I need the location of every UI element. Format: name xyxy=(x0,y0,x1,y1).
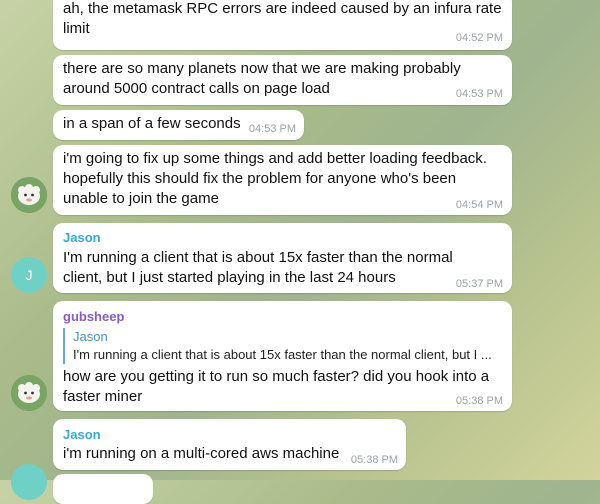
sheep-icon[interactable] xyxy=(11,177,47,213)
reply-quote[interactable]: Jason I'm running a client that is about… xyxy=(63,328,492,364)
message-text: i'm going to fix up some things and add … xyxy=(63,150,487,207)
message-bubble[interactable]: i'm going to fix up some things and add … xyxy=(53,145,512,215)
sheep-avatar-graphic xyxy=(11,375,47,411)
sheep-icon[interactable] xyxy=(11,375,47,411)
sender-name[interactable]: Jason xyxy=(63,230,101,245)
message-text: I'm running a client that is about 15x f… xyxy=(63,249,453,286)
sender-name[interactable]: gubsheep xyxy=(63,309,124,324)
message-time: 04:53 PM xyxy=(248,123,296,135)
message-bubble[interactable]: in a span of a few seconds 04:53 PM xyxy=(53,110,304,140)
avatar-jason[interactable] xyxy=(11,464,47,500)
message-bubble[interactable]: Jason I'm running a client that is about… xyxy=(53,223,512,293)
message-text: ah, the metamask RPC errors are indeed c… xyxy=(63,0,502,37)
reply-text: I'm running a client that is about 15x f… xyxy=(73,347,492,362)
message-text: i'm running on a multi-cored aws machine xyxy=(63,445,340,462)
message-bubble[interactable] xyxy=(53,474,153,504)
avatar-jason[interactable]: J xyxy=(11,257,47,293)
reply-sender: Jason xyxy=(73,329,108,344)
sheep-avatar-graphic xyxy=(11,177,47,213)
message-time: 05:38 PM xyxy=(350,454,398,466)
message-time: 05:37 PM xyxy=(455,278,503,290)
sender-name[interactable]: Jason xyxy=(63,427,101,442)
message-bubble[interactable]: Jason i'm running on a multi-cored aws m… xyxy=(53,419,406,470)
message-time: 04:52 PM xyxy=(455,32,503,44)
message-text: there are so many planets now that we ar… xyxy=(63,60,461,97)
message-text: in a span of a few seconds xyxy=(63,115,241,132)
message-time: 05:38 PM xyxy=(455,395,503,407)
chat-history: ah, the metamask RPC errors are indeed c… xyxy=(0,0,600,504)
message-bubble[interactable]: ah, the metamask RPC errors are indeed c… xyxy=(53,0,512,50)
message-time: 04:53 PM xyxy=(455,88,503,100)
avatar-initial: J xyxy=(25,267,33,283)
message-text: how are you getting it to run so much fa… xyxy=(63,368,490,405)
message-bubble[interactable]: gubsheep Jason I'm running a client that… xyxy=(53,301,512,411)
message-time: 04:54 PM xyxy=(455,199,503,211)
message-bubble[interactable]: there are so many planets now that we ar… xyxy=(53,55,512,105)
